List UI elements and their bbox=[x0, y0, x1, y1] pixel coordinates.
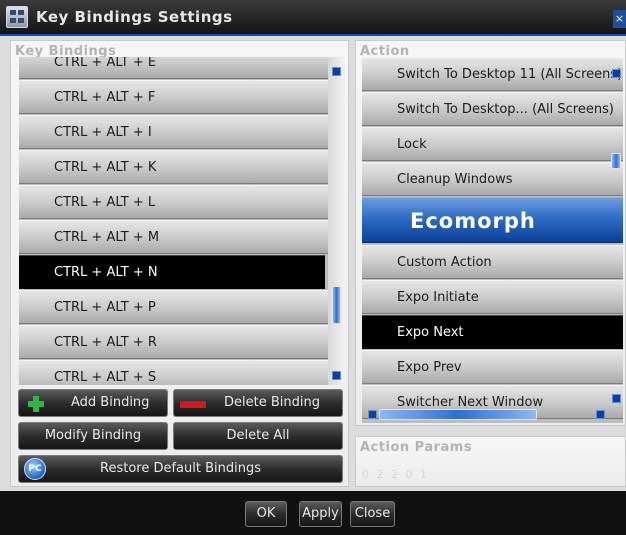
action-item[interactable]: Switch To Desktop... (All Screens) bbox=[362, 92, 623, 126]
apply-button[interactable]: Apply bbox=[299, 501, 342, 527]
action-params-panel: Action Params 0 2 2 0 1 bbox=[355, 436, 626, 487]
key-binding-item[interactable]: CTRL + ALT + N bbox=[19, 255, 325, 289]
title-bar: Key Bindings Settings × bbox=[0, 0, 626, 36]
key-bindings-list[interactable]: CTRL + ALT + E CTRL + ALT + F CTRL + ALT +… bbox=[19, 57, 345, 385]
key-binding-item[interactable]: CTRL + ALT + R bbox=[19, 325, 328, 359]
action-list[interactable]: Switch To Desktop 11 (All Screens) Switch… bbox=[362, 57, 623, 423]
modify-binding-button[interactable]: Modify Binding bbox=[18, 422, 168, 450]
scroll-down-icon[interactable] bbox=[332, 371, 341, 380]
action-params-heading: Action Params bbox=[360, 440, 473, 455]
key-binding-item[interactable]: CTRL + ALT + P bbox=[19, 290, 328, 324]
key-binding-item[interactable]: CTRL + ALT + I bbox=[19, 115, 328, 149]
action-hscroll-thumb[interactable] bbox=[379, 409, 537, 420]
action-item[interactable]: Custom Action bbox=[362, 245, 623, 279]
restore-defaults-label: Restore Default Bindings bbox=[100, 461, 261, 476]
action-item[interactable]: Expo Prev bbox=[362, 350, 623, 384]
delete-binding-label: Delete Binding bbox=[224, 395, 320, 410]
delete-binding-button[interactable]: Delete Binding bbox=[173, 389, 343, 417]
add-binding-label: Add Binding bbox=[71, 395, 150, 410]
key-binding-item[interactable]: CTRL + ALT + K bbox=[19, 150, 328, 184]
action-scroll-down-icon[interactable] bbox=[612, 394, 621, 403]
restore-defaults-button[interactable]: PC Restore Default Bindings bbox=[18, 455, 343, 483]
action-category-header[interactable]: Ecomorph bbox=[362, 197, 623, 243]
action-params-value[interactable]: 0 2 2 0 1 bbox=[362, 468, 429, 481]
key-bindings-scrollbar[interactable] bbox=[328, 57, 345, 385]
action-scroll-thumb[interactable] bbox=[611, 153, 621, 169]
action-scroll-up-icon[interactable] bbox=[612, 69, 621, 78]
add-binding-button[interactable]: Add Binding bbox=[18, 389, 168, 417]
key-binding-item[interactable]: CTRL + ALT + F bbox=[19, 80, 328, 114]
plus-icon bbox=[28, 396, 44, 412]
action-scrollbar[interactable] bbox=[610, 57, 623, 423]
delete-all-label: Delete All bbox=[226, 428, 290, 443]
window-title: Key Bindings Settings bbox=[36, 8, 233, 26]
action-scroll-left-icon[interactable] bbox=[368, 410, 377, 419]
action-item[interactable]: Expo Initiate bbox=[362, 280, 623, 314]
close-icon[interactable]: × bbox=[613, 10, 626, 28]
key-binding-item[interactable]: CTRL + ALT + S bbox=[19, 360, 328, 385]
close-button[interactable]: Close bbox=[350, 501, 395, 527]
settings-window-icon bbox=[6, 6, 28, 28]
key-binding-item[interactable]: CTRL + ALT + M bbox=[19, 220, 328, 254]
delete-all-button[interactable]: Delete All bbox=[173, 422, 343, 450]
action-item[interactable]: Switch To Desktop 11 (All Screens) bbox=[362, 57, 623, 91]
action-item[interactable]: Lock bbox=[362, 127, 623, 161]
action-item[interactable]: Cleanup Windows bbox=[362, 162, 623, 196]
ok-button[interactable]: OK bbox=[245, 501, 287, 527]
action-hscrollbar[interactable] bbox=[362, 406, 608, 421]
modify-binding-label: Modify Binding bbox=[44, 428, 142, 443]
scroll-up-icon[interactable] bbox=[332, 67, 341, 76]
key-binding-item[interactable]: CTRL + ALT + E bbox=[19, 57, 328, 79]
action-item[interactable]: Expo Next bbox=[362, 315, 623, 349]
action-scroll-right-icon[interactable] bbox=[596, 410, 605, 419]
key-bindings-scroll-thumb[interactable] bbox=[332, 286, 341, 324]
minus-icon bbox=[180, 401, 206, 408]
key-binding-item[interactable]: CTRL + ALT + L bbox=[19, 185, 328, 219]
